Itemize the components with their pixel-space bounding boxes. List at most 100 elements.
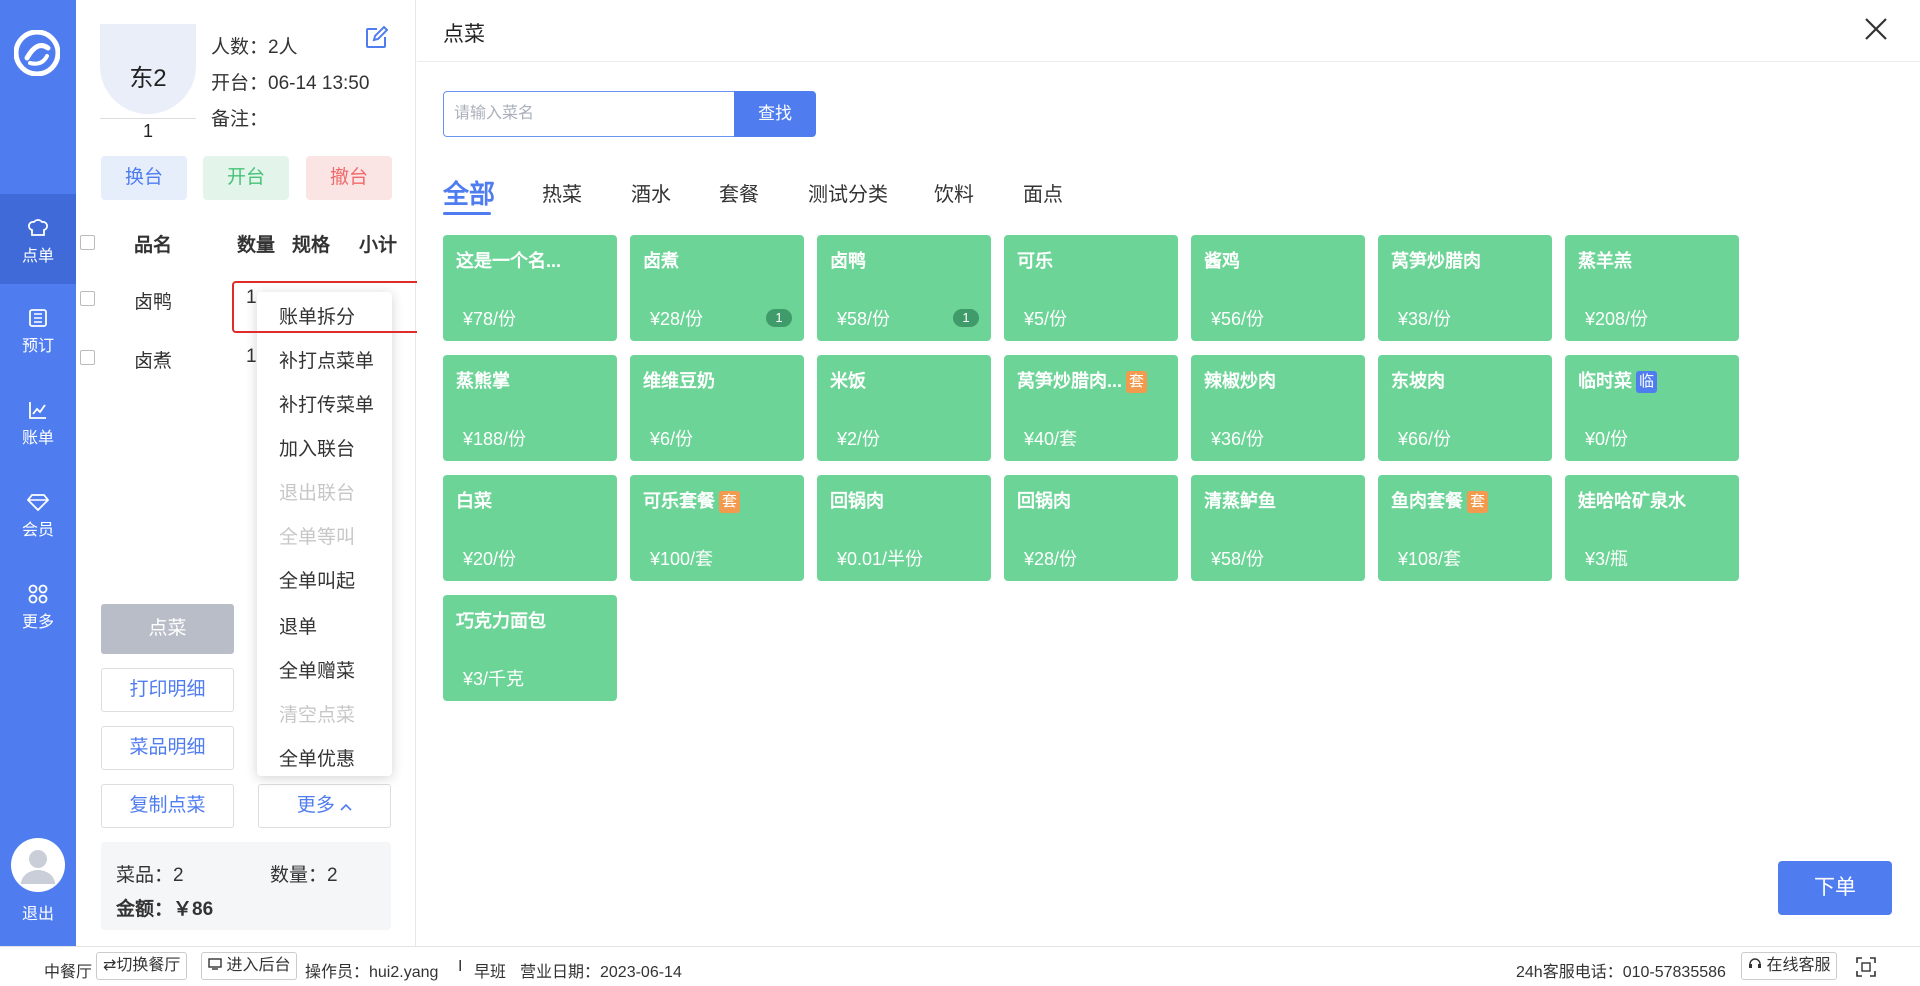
row-checkbox[interactable] xyxy=(80,291,95,306)
dish-card[interactable]: 白菜 ¥20/份 xyxy=(443,475,617,581)
nav-item-reservation[interactable]: 预订 xyxy=(0,284,76,374)
nav-item-order[interactable]: 点单 xyxy=(0,194,76,284)
dish-name-text: 可乐 xyxy=(1017,251,1053,271)
dish-card[interactable]: 东坡肉 ¥66/份 xyxy=(1378,355,1552,461)
set-meal-badge: 套 xyxy=(1126,371,1148,393)
dish-name-text: 清蒸鲈鱼 xyxy=(1204,491,1276,511)
dish-card[interactable]: 莴笋炒腊肉... 套 ¥40/套 xyxy=(1004,355,1178,461)
dish-card[interactable]: 辣椒炒肉 ¥36/份 xyxy=(1191,355,1365,461)
tab-all[interactable]: 全部 xyxy=(443,174,495,211)
fullscreen-icon[interactable] xyxy=(1856,957,1876,977)
dish-name-text: 东坡肉 xyxy=(1391,371,1445,391)
menu-item-fire-all[interactable]: 全单叫起 xyxy=(279,566,355,593)
row-checkbox[interactable] xyxy=(80,350,95,365)
switch-restaurant-button[interactable]: ⇄切换餐厅 xyxy=(96,952,188,980)
online-service-button[interactable]: 在线客服 xyxy=(1741,952,1838,980)
dish-card[interactable]: 可乐套餐套 ¥100/套 xyxy=(630,475,804,581)
dish-price: ¥108/套 xyxy=(1398,549,1462,569)
dish-name-text: 米饭 xyxy=(830,371,866,391)
menu-item-discount-all[interactable]: 全单优惠 xyxy=(279,744,355,771)
headset-icon xyxy=(1749,958,1761,968)
dish-name: 蒸熊掌 xyxy=(456,367,510,393)
select-all-checkbox[interactable] xyxy=(80,235,95,250)
dish-name-text: 蒸羊羔 xyxy=(1578,251,1632,271)
dish-name: 这是一个名... xyxy=(456,247,561,273)
dish-card[interactable]: 清蒸鲈鱼 ¥58/份 xyxy=(1191,475,1365,581)
menu-item-reprint-order[interactable]: 补打点菜单 xyxy=(279,346,374,373)
logout-button[interactable]: 退出 xyxy=(0,900,76,924)
business-date: 营业日期：2023-06-14 xyxy=(520,964,682,981)
dish-card[interactable]: 回锅肉 ¥0.01/半份 xyxy=(817,475,991,581)
tab-beverages[interactable]: 饮料 xyxy=(934,178,974,207)
dish-card[interactable]: 鱼肉套餐套 ¥108/套 xyxy=(1378,475,1552,581)
edit-icon[interactable] xyxy=(364,26,388,50)
temp-dish-badge: 临 xyxy=(1636,371,1658,393)
print-detail-button[interactable]: 打印明细 xyxy=(101,668,234,712)
dish-card[interactable]: 娃哈哈矿泉水 ¥3/瓶 xyxy=(1565,475,1739,581)
menu-item-reprint-serve[interactable]: 补打传菜单 xyxy=(279,390,374,417)
submit-order-button[interactable]: 下单 xyxy=(1778,861,1892,915)
dish-name-text: 卤鸭 xyxy=(830,251,866,271)
dish-card[interactable]: 维维豆奶 ¥6/份 xyxy=(630,355,804,461)
dish-card[interactable]: 卤鸭 ¥58/份 1 xyxy=(817,235,991,341)
dish-card[interactable]: 蒸羊羔 ¥208/份 xyxy=(1565,235,1739,341)
app-logo-icon xyxy=(14,30,60,76)
tab-test-category[interactable]: 测试分类 xyxy=(808,178,888,207)
change-table-button[interactable]: 换台 xyxy=(101,156,187,200)
copy-order-button[interactable]: 复制点菜 xyxy=(101,784,234,828)
nav-item-member[interactable]: 会员 xyxy=(0,468,76,558)
item-count: 数量：2 xyxy=(270,865,338,886)
order-dish-button: 点菜 xyxy=(101,604,234,654)
dish-card[interactable]: 卤煮 ¥28/份 1 xyxy=(630,235,804,341)
enter-backend-button[interactable]: 进入后台 xyxy=(201,952,298,980)
nav-item-more[interactable]: 更多 xyxy=(0,560,76,650)
dish-name: 卤煮 xyxy=(643,247,679,273)
dish-card[interactable]: 莴笋炒腊肉 ¥38/份 xyxy=(1378,235,1552,341)
dish-detail-button[interactable]: 菜品明细 xyxy=(101,726,234,770)
dish-card[interactable]: 蒸熊掌 ¥188/份 xyxy=(443,355,617,461)
more-button[interactable]: 更多 xyxy=(258,784,391,828)
dish-card[interactable]: 酱鸡 ¥56/份 xyxy=(1191,235,1365,341)
search-input[interactable] xyxy=(443,91,740,137)
left-nav: 点单 预订 账单 会员 更多 退出 xyxy=(0,0,76,946)
dish-name-text: 回锅肉 xyxy=(1017,491,1071,511)
dish-card[interactable]: 临时菜临 ¥0/份 xyxy=(1565,355,1739,461)
nav-label: 账单 xyxy=(21,430,54,447)
tab-hot-dishes[interactable]: 热菜 xyxy=(542,178,582,207)
order-item-qty: 1 xyxy=(246,346,257,367)
dish-card[interactable]: 这是一个名... ¥78/份 xyxy=(443,235,617,341)
menu-item-cancel-order[interactable]: 退单 xyxy=(279,612,317,639)
dish-price: ¥58/份 xyxy=(1211,549,1265,569)
grid-icon xyxy=(28,584,48,604)
menu-item-leave-join: 退出联台 xyxy=(279,483,356,504)
menu-item-gift-all[interactable]: 全单赠菜 xyxy=(279,656,355,683)
tab-indicator xyxy=(443,212,491,215)
more-label: 更多 xyxy=(296,795,335,816)
dish-name-text: 莴笋炒腊肉 xyxy=(1391,251,1481,271)
chart-icon xyxy=(29,402,46,419)
user-avatar[interactable] xyxy=(11,838,65,892)
tab-set-meal[interactable]: 套餐 xyxy=(719,178,759,207)
dish-name: 可乐 xyxy=(1017,247,1053,273)
dish-price: ¥36/份 xyxy=(1211,429,1265,449)
tab-pastry[interactable]: 面点 xyxy=(1023,178,1063,207)
dish-name: 维维豆奶 xyxy=(643,367,715,393)
cancel-table-button[interactable]: 撤台 xyxy=(306,156,392,200)
dish-name: 临时菜临 xyxy=(1578,367,1658,393)
search-button[interactable]: 查找 xyxy=(734,91,816,137)
dish-name: 回锅肉 xyxy=(830,487,884,513)
dish-quantity-badge: 1 xyxy=(953,309,979,327)
nav-item-bill[interactable]: 账单 xyxy=(0,376,76,466)
user-icon xyxy=(21,850,55,884)
total-amount: 金额：￥86 xyxy=(116,899,214,920)
open-table-button[interactable]: 开台 xyxy=(203,156,289,200)
menu-item-join-table[interactable]: 加入联台 xyxy=(279,434,355,461)
dish-card[interactable]: 可乐 ¥5/份 xyxy=(1004,235,1178,341)
close-icon[interactable] xyxy=(1861,14,1891,44)
dish-card[interactable]: 回锅肉 ¥28/份 xyxy=(1004,475,1178,581)
tab-drinks[interactable]: 酒水 xyxy=(631,178,671,207)
dish-card[interactable]: 巧克力面包 ¥3/千克 xyxy=(443,595,617,701)
separator: I xyxy=(458,958,463,975)
dish-card[interactable]: 米饭 ¥2/份 xyxy=(817,355,991,461)
dish-quantity-badge: 1 xyxy=(766,309,792,327)
